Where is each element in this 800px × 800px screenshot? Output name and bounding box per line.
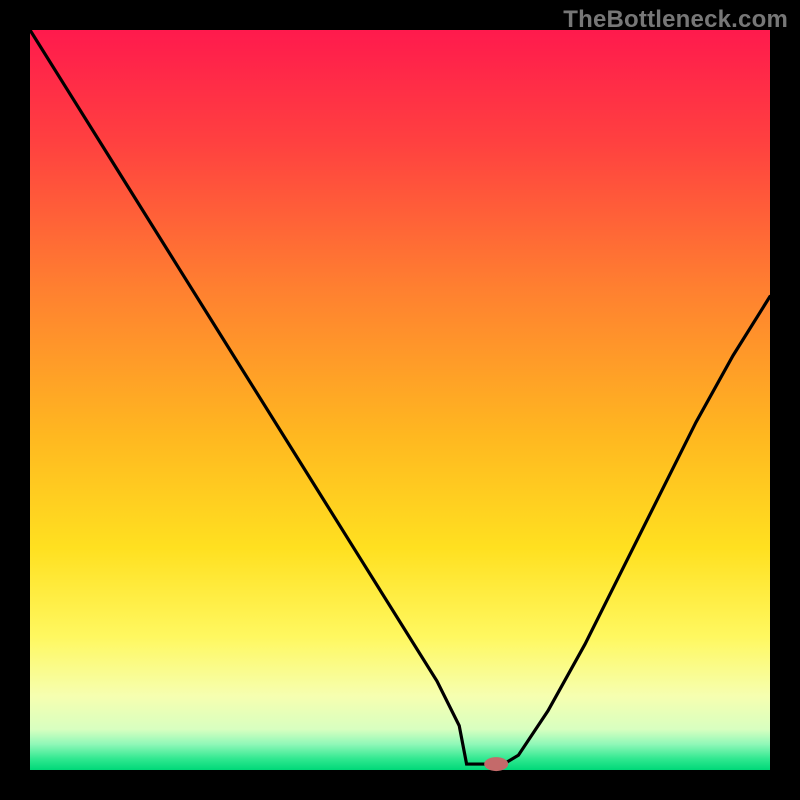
watermark-text: TheBottleneck.com (563, 6, 788, 34)
bottleneck-chart (0, 0, 800, 800)
optimal-marker (484, 757, 508, 771)
chart-container: TheBottleneck.com (0, 0, 800, 800)
plot-background (30, 30, 770, 770)
